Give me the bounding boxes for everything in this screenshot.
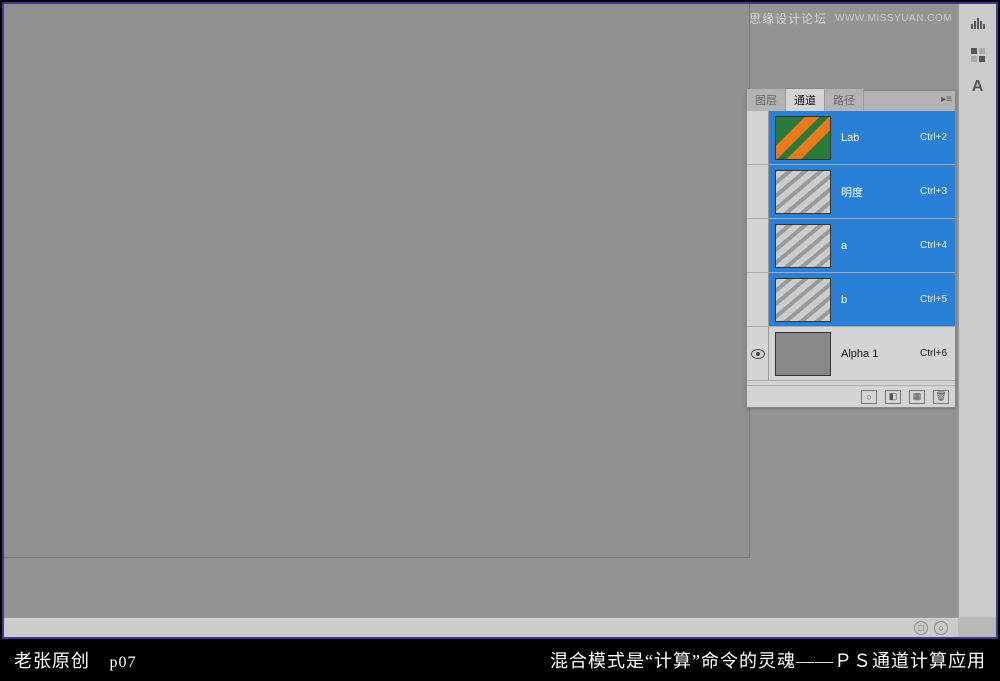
visibility-toggle[interactable] — [747, 111, 769, 164]
panel-menu-icon[interactable]: ▸≡ — [941, 94, 952, 105]
app-frame: A □ ○ 思缘设计论坛 WWW.MISSYUAN.COM 图层 通道 路径 ▸… — [2, 2, 998, 639]
channel-list: Lab Ctrl+2 明度 Ctrl+3 a Ctrl+4 b — [747, 111, 955, 385]
document-canvas[interactable] — [4, 4, 750, 558]
load-selection-icon[interactable]: ○ — [861, 390, 877, 404]
channel-shortcut: Ctrl+3 — [920, 186, 955, 197]
zoom-info-icon[interactable]: □ — [914, 621, 928, 635]
doc-info-icon[interactable]: ○ — [934, 621, 948, 635]
visibility-toggle[interactable] — [747, 273, 769, 326]
levels-icon[interactable] — [967, 12, 989, 34]
delete-channel-icon[interactable]: 🗑 — [933, 390, 949, 404]
channel-shortcut: Ctrl+6 — [920, 348, 955, 359]
channel-name: b — [837, 294, 920, 306]
swatches-icon[interactable] — [967, 44, 989, 66]
channel-row-a[interactable]: a Ctrl+4 — [747, 219, 955, 273]
caption-title: 混合模式是“计算”命令的灵魂——ＰＳ通道计算应用 — [137, 647, 987, 673]
new-channel-icon[interactable]: ▦ — [909, 390, 925, 404]
tab-layers[interactable]: 图层 — [747, 89, 786, 111]
tab-channels[interactable]: 通道 — [786, 88, 825, 111]
watermark-url: WWW.MISSYUAN.COM — [835, 13, 952, 24]
text-icon[interactable]: A — [967, 76, 989, 98]
channel-name: Alpha 1 — [837, 348, 920, 360]
channel-thumbnail — [775, 170, 831, 214]
status-bar: □ ○ — [4, 617, 958, 637]
caption-author: 老张原创 — [14, 651, 90, 671]
visibility-toggle[interactable] — [747, 327, 769, 380]
channel-name: Lab — [837, 132, 920, 144]
save-selection-icon[interactable]: ◧ — [885, 390, 901, 404]
channel-thumbnail — [775, 332, 831, 376]
visibility-toggle[interactable] — [747, 219, 769, 272]
channel-thumbnail — [775, 278, 831, 322]
tab-paths[interactable]: 路径 — [825, 89, 864, 111]
channel-shortcut: Ctrl+2 — [920, 132, 955, 143]
eye-icon — [751, 349, 765, 359]
channel-thumbnail — [775, 224, 831, 268]
watermark-text: 思缘设计论坛 — [749, 10, 827, 27]
panel-tabs: 图层 通道 路径 ▸≡ — [747, 91, 955, 111]
right-toolbar: A — [958, 4, 996, 617]
channel-row-b[interactable]: b Ctrl+5 — [747, 273, 955, 327]
channel-shortcut: Ctrl+4 — [920, 240, 955, 251]
channel-name: 明度 — [837, 184, 920, 200]
channel-row-lab[interactable]: Lab Ctrl+2 — [747, 111, 955, 165]
watermark: 思缘设计论坛 WWW.MISSYUAN.COM — [749, 10, 952, 27]
caption-page: p07 — [110, 654, 137, 671]
channel-thumbnail — [775, 116, 831, 160]
channel-row-alpha1[interactable]: Alpha 1 Ctrl+6 — [747, 327, 955, 381]
panel-footer: ○ ◧ ▦ 🗑 — [747, 385, 955, 407]
channel-shortcut: Ctrl+5 — [920, 294, 955, 305]
channel-name: a — [837, 240, 920, 252]
bottom-caption: 老张原创 p07 混合模式是“计算”命令的灵魂——ＰＳ通道计算应用 — [0, 639, 1000, 681]
channel-row-lightness[interactable]: 明度 Ctrl+3 — [747, 165, 955, 219]
visibility-toggle[interactable] — [747, 165, 769, 218]
channels-panel: 图层 通道 路径 ▸≡ Lab Ctrl+2 明度 Ctrl+3 — [746, 90, 956, 408]
